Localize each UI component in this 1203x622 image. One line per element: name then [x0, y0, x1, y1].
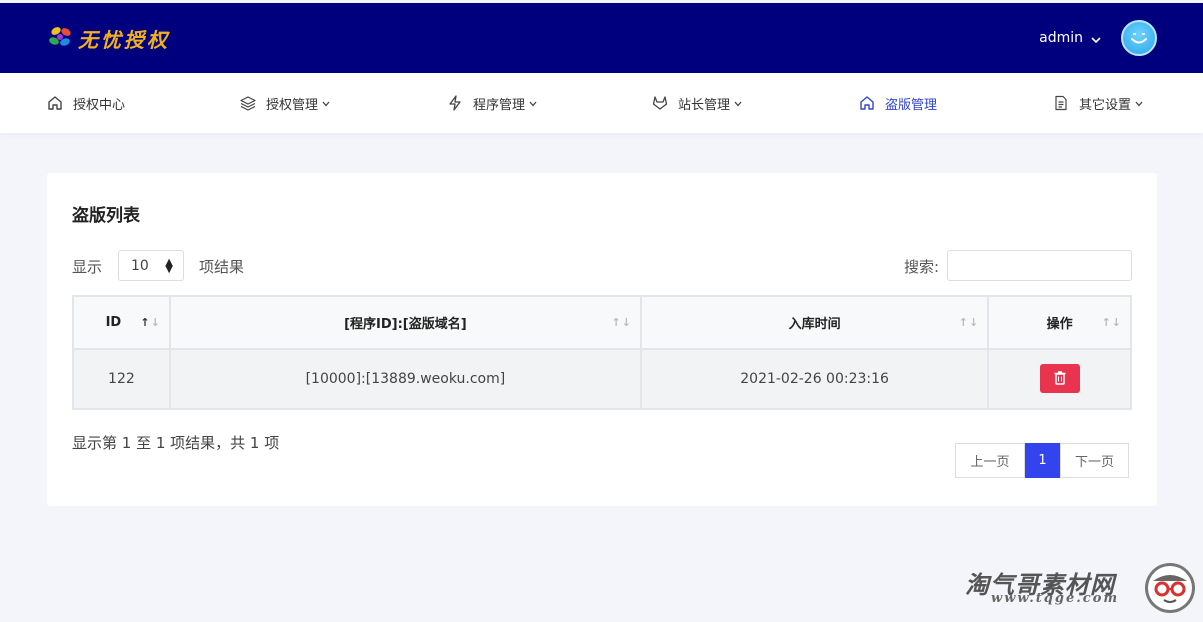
piracy-table: ID ↑↓ [程序ID]:[盗版域名] ↑↓ 入库时间 ↑↓ 操作 ↑↓ 122… — [72, 295, 1132, 410]
page-title: 盗版列表 — [72, 206, 140, 226]
sort-icon: ↑↓ — [611, 316, 632, 329]
delete-button[interactable] — [1039, 363, 1080, 393]
page-length-value: 10 — [131, 257, 149, 274]
column-header-label: 入库时间 — [788, 317, 841, 332]
select-arrows-icon: ▲ ▼ — [165, 257, 173, 275]
chevron-down-icon — [734, 96, 742, 111]
column-header-id[interactable]: ID ↑↓ — [72, 295, 171, 350]
nav-label: 程序管理 — [473, 97, 526, 113]
top-header: 无忧授权 admin — [0, 3, 1203, 73]
nav-item-auth-manage[interactable]: 授权管理 — [240, 73, 330, 133]
nav-label: 授权中心 — [73, 97, 126, 113]
column-header-domain[interactable]: [程序ID]:[盗版域名] ↑↓ — [168, 295, 642, 350]
cell-id: 122 — [72, 348, 171, 410]
gitlab-icon — [652, 95, 668, 111]
search-label: 搜索: — [904, 258, 940, 276]
column-header-label: 操作 — [1046, 317, 1073, 332]
home-icon — [47, 95, 63, 111]
nav-label: 盗版管理 — [885, 97, 938, 113]
cell-action — [987, 348, 1132, 410]
next-page-button[interactable]: 下一页 — [1060, 443, 1129, 478]
nav-item-webmaster-manage[interactable]: 站长管理 — [652, 73, 742, 133]
column-header-time[interactable]: 入库时间 ↑↓ — [639, 295, 990, 350]
prev-page-button[interactable]: 上一页 — [955, 443, 1025, 478]
nav-label: 授权管理 — [266, 97, 319, 113]
brand-name: 无忧授权 — [78, 27, 170, 52]
chevron-down-icon — [529, 96, 537, 111]
column-header-label: ID — [105, 315, 122, 330]
flower-logo-icon — [46, 23, 76, 53]
column-header-action[interactable]: 操作 ↑↓ — [987, 295, 1132, 350]
bolt-icon — [447, 95, 463, 111]
page-1-button[interactable]: 1 — [1025, 443, 1060, 478]
user-menu[interactable]: admin — [1039, 20, 1157, 56]
length-suffix: 项结果 — [199, 258, 245, 276]
cell-domain: [10000]:[13889.weoku.com] — [168, 348, 642, 410]
nav-label: 站长管理 — [678, 97, 731, 113]
file-icon — [1053, 95, 1069, 111]
search-input[interactable] — [947, 250, 1132, 281]
sort-icon: ↑↓ — [140, 316, 161, 329]
sort-icon: ↑↓ — [958, 316, 980, 329]
nav-item-program-manage[interactable]: 程序管理 — [447, 73, 537, 133]
length-prefix: 显示 — [72, 258, 103, 276]
avatar[interactable] — [1121, 20, 1157, 56]
pagination: 上一页 1 下一页 — [955, 443, 1129, 478]
nav-item-other-settings[interactable]: 其它设置 — [1053, 73, 1143, 133]
watermark: 淘气哥素材网 www.tqge.com — [961, 563, 1197, 613]
chevron-down-icon — [1091, 29, 1101, 48]
column-header-label: [程序ID]:[盗版域名] — [344, 317, 467, 332]
glasses-face-icon — [1145, 563, 1195, 613]
user-name: admin — [1039, 30, 1083, 46]
home-icon — [859, 95, 875, 111]
watermark-url: www.tqge.com — [991, 591, 1120, 606]
layers-icon — [240, 95, 256, 111]
main-nav: 授权中心 授权管理 程序管理 站长管理 盗版管理 其它设置 — [0, 73, 1203, 133]
chevron-down-icon — [322, 96, 330, 111]
cell-time: 2021-02-26 00:23:16 — [639, 348, 990, 410]
page-length-select[interactable]: 10 ▲ ▼ — [118, 250, 184, 281]
trash-icon — [1054, 370, 1066, 385]
chevron-down-icon — [1135, 96, 1143, 111]
nav-item-auth-center[interactable]: 授权中心 — [47, 73, 125, 133]
table-info: 显示第 1 至 1 项结果，共 1 项 — [72, 434, 280, 452]
nav-item-piracy-manage[interactable]: 盗版管理 — [859, 73, 937, 133]
table-row: 122 [10000]:[13889.weoku.com] 2021-02-26… — [72, 348, 1132, 410]
piracy-list-card: 盗版列表 显示 10 ▲ ▼ 项结果 搜索: ID ↑↓ [程序ID]:[盗版域名… — [47, 173, 1157, 506]
table-header-row: ID ↑↓ [程序ID]:[盗版域名] ↑↓ 入库时间 ↑↓ 操作 ↑↓ — [72, 295, 1132, 350]
sort-icon: ↑↓ — [1101, 316, 1122, 329]
nav-label: 其它设置 — [1079, 97, 1132, 113]
brand-logo[interactable]: 无忧授权 — [46, 23, 170, 53]
